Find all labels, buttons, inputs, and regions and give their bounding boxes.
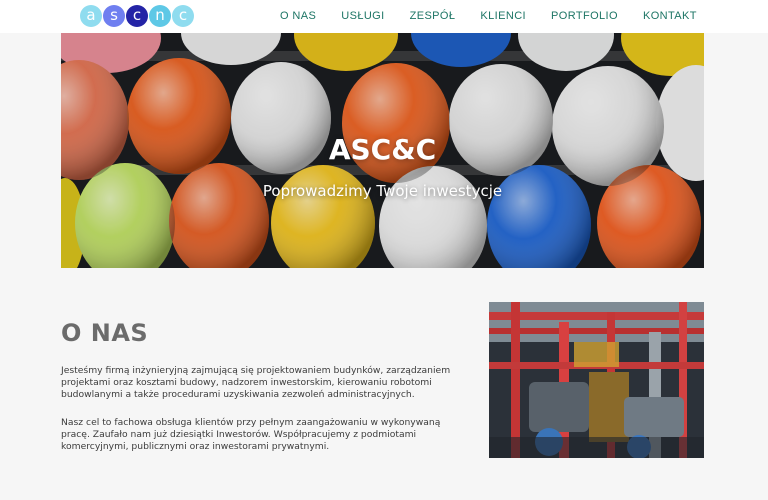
nav-kontakt[interactable]: KONTAKT [643, 0, 697, 33]
hero-subtitle: Poprowadzimy Twoje inwestycje [262, 182, 503, 200]
hero-title: ASC&C [328, 133, 437, 166]
nav-klienci[interactable]: KLIENCI [480, 0, 526, 33]
logo-letter-c: c [126, 5, 148, 27]
about-paragraph-2: Nasz cel to fachowa obsługa klientów prz… [61, 417, 441, 452]
hero-banner: ASC&C Poprowadzimy Twoje inwestycje [61, 33, 704, 268]
logo-letter-s: s [103, 5, 125, 27]
nav-o-nas[interactable]: O NAS [280, 0, 316, 33]
nav-zespol[interactable]: ZESPÓŁ [410, 0, 456, 33]
logo-letter-c2: c [172, 5, 194, 27]
logo-letter-a: a [80, 5, 102, 27]
top-navigation-bar: a s c n c O NAS USŁUGI ZESPÓŁ KLIENCI PO… [0, 0, 768, 33]
industrial-pipes-photo [489, 302, 704, 458]
company-logo[interactable]: a s c n c [80, 5, 194, 27]
about-section-title: O NAS [61, 319, 149, 347]
nav-uslugi[interactable]: USŁUGI [341, 0, 384, 33]
logo-letter-n: n [149, 5, 171, 27]
main-menu: O NAS USŁUGI ZESPÓŁ KLIENCI PORTFOLIO KO… [268, 0, 722, 33]
about-paragraph-1: Jesteśmy firmą inżynieryjną zajmującą si… [61, 365, 451, 400]
nav-portfolio[interactable]: PORTFOLIO [551, 0, 618, 33]
pipes-illustration [489, 302, 704, 458]
